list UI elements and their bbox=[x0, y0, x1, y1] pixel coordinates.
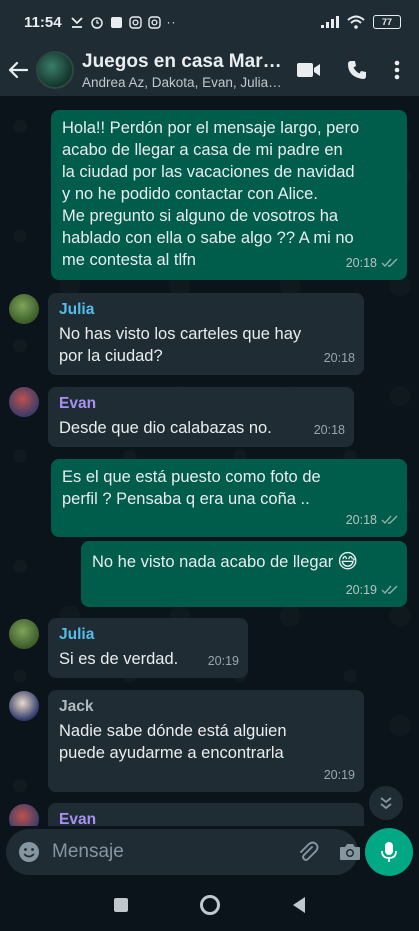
attach-button[interactable] bbox=[297, 841, 319, 863]
double-check-icon bbox=[381, 515, 398, 525]
sender-name[interactable]: Julia bbox=[59, 624, 238, 646]
message-text: hablado con ella o sabe algo ?? A mi no bbox=[62, 229, 354, 247]
message-outgoing[interactable]: Hola!! Perdón por el mensaje largo, pero… bbox=[51, 110, 407, 280]
message-time: 20:18 bbox=[345, 256, 377, 270]
message-text: No he visto nada acabo de llegar bbox=[92, 553, 334, 571]
message-text: por la ciudad? bbox=[59, 347, 163, 365]
instagram-icon bbox=[128, 15, 142, 29]
message-time: 20:19 bbox=[207, 654, 239, 668]
signal-icon bbox=[321, 16, 339, 28]
recents-button[interactable] bbox=[113, 897, 129, 913]
message-time: 20:18 bbox=[323, 351, 355, 365]
notification-icons: ·· bbox=[70, 15, 177, 29]
message-text: la ciudad por las vacaciones de navidad bbox=[62, 163, 355, 181]
more-vertical-icon bbox=[394, 60, 400, 80]
circle-icon bbox=[199, 894, 220, 915]
composer bbox=[0, 826, 419, 878]
more-notifications-icon: ·· bbox=[166, 15, 177, 29]
avatar-evan[interactable] bbox=[9, 804, 39, 826]
group-info[interactable]: Juegos en casa Marí… Andrea Az, Dakota, … bbox=[82, 51, 285, 90]
alarm-icon bbox=[90, 17, 103, 29]
status-bar: 11:54 ·· 77 bbox=[0, 0, 419, 44]
group-members: Andrea Az, Dakota, Evan, Julia… bbox=[82, 74, 282, 90]
voice-message-button[interactable] bbox=[365, 828, 413, 876]
message-text: puede ayudarme a encontrarla bbox=[59, 744, 284, 762]
message-input[interactable] bbox=[52, 841, 297, 863]
app-icon bbox=[110, 16, 122, 28]
paperclip-icon bbox=[300, 841, 319, 861]
triangle-back-icon bbox=[292, 896, 305, 913]
message-time: 20:18 bbox=[345, 513, 377, 527]
avatar-evan[interactable] bbox=[9, 387, 39, 417]
phone-icon bbox=[348, 61, 366, 79]
emoji-button[interactable] bbox=[18, 841, 40, 863]
camera-button[interactable] bbox=[339, 843, 361, 861]
message-incoming[interactable]: Julia Si es de verdad. 20:19 bbox=[48, 618, 248, 678]
microphone-icon bbox=[381, 842, 397, 862]
missed-call-icon bbox=[70, 17, 83, 28]
sender-name[interactable]: Julia bbox=[59, 299, 354, 321]
scroll-to-bottom-button[interactable] bbox=[369, 786, 403, 820]
menu-button[interactable] bbox=[381, 48, 413, 92]
message-text: Nadie sabe dónde está alguien bbox=[59, 722, 287, 740]
arrow-left-icon bbox=[8, 61, 28, 79]
message-incoming[interactable]: Jack Nadie sabe dónde está alguien puede… bbox=[48, 690, 364, 792]
message-text: perfil ? Pensaba q era una coña .. bbox=[62, 490, 310, 508]
message-text: Me pregunto si alguno de vosotros ha bbox=[62, 207, 339, 225]
message-incoming[interactable]: Julia No has visto los carteles que hay … bbox=[48, 293, 364, 375]
double-check-icon bbox=[381, 258, 398, 268]
message-incoming[interactable]: Evan bbox=[48, 803, 364, 826]
sender-name[interactable]: Jack bbox=[59, 696, 354, 718]
square-icon bbox=[113, 897, 128, 912]
avatar-jack[interactable] bbox=[9, 691, 39, 721]
message-time: 20:18 bbox=[313, 423, 345, 437]
message-outgoing[interactable]: No he visto nada acabo de llegar 😅 20:19 bbox=[81, 541, 407, 607]
wifi-icon bbox=[347, 15, 365, 29]
message-outgoing[interactable]: Es el que está puesto como foto de perfi… bbox=[51, 459, 407, 537]
message-text: y no he podido contactar con Alice. bbox=[62, 185, 318, 203]
message-text: Es el que está puesto como foto de bbox=[62, 468, 321, 486]
sender-name[interactable]: Evan bbox=[59, 809, 354, 826]
video-camera-icon bbox=[297, 63, 320, 77]
message-text: Desde que dio calabazas no. bbox=[59, 419, 272, 437]
instagram-icon bbox=[147, 15, 161, 29]
double-chevron-down-icon bbox=[380, 797, 392, 810]
message-text: No has visto los carteles que hay bbox=[59, 325, 302, 343]
avatar-julia[interactable] bbox=[9, 619, 39, 649]
avatar-julia[interactable] bbox=[9, 294, 39, 324]
message-list[interactable]: Hola!! Perdón por el mensaje largo, pero… bbox=[0, 96, 419, 826]
chat-header: Juegos en casa Marí… Andrea Az, Dakota, … bbox=[0, 44, 419, 96]
message-time: 20:19 bbox=[323, 768, 355, 782]
double-check-icon bbox=[381, 585, 398, 595]
sweat-smile-emoji: 😅 bbox=[337, 551, 359, 573]
battery-icon: 77 bbox=[373, 15, 401, 29]
group-avatar[interactable] bbox=[36, 51, 74, 89]
message-input-container bbox=[6, 829, 361, 875]
message-text: Hola!! Perdón por el mensaje largo, pero bbox=[62, 119, 360, 137]
system-nav-bar bbox=[0, 878, 419, 931]
back-nav-button[interactable] bbox=[291, 896, 307, 914]
sender-name[interactable]: Evan bbox=[59, 393, 344, 415]
camera-icon bbox=[340, 844, 360, 860]
home-button[interactable] bbox=[199, 894, 221, 916]
group-title: Juegos en casa Marí… bbox=[82, 50, 282, 72]
back-button[interactable] bbox=[0, 61, 36, 79]
message-text: acabo de llegar a casa de mi padre en bbox=[62, 141, 343, 159]
voice-call-button[interactable] bbox=[333, 48, 381, 92]
emoji-icon bbox=[19, 842, 39, 862]
video-call-button[interactable] bbox=[285, 48, 333, 92]
status-time: 11:54 bbox=[24, 13, 62, 31]
message-incoming[interactable]: Evan Desde que dio calabazas no. 20:18 bbox=[48, 387, 354, 447]
message-time: 20:19 bbox=[345, 583, 377, 597]
